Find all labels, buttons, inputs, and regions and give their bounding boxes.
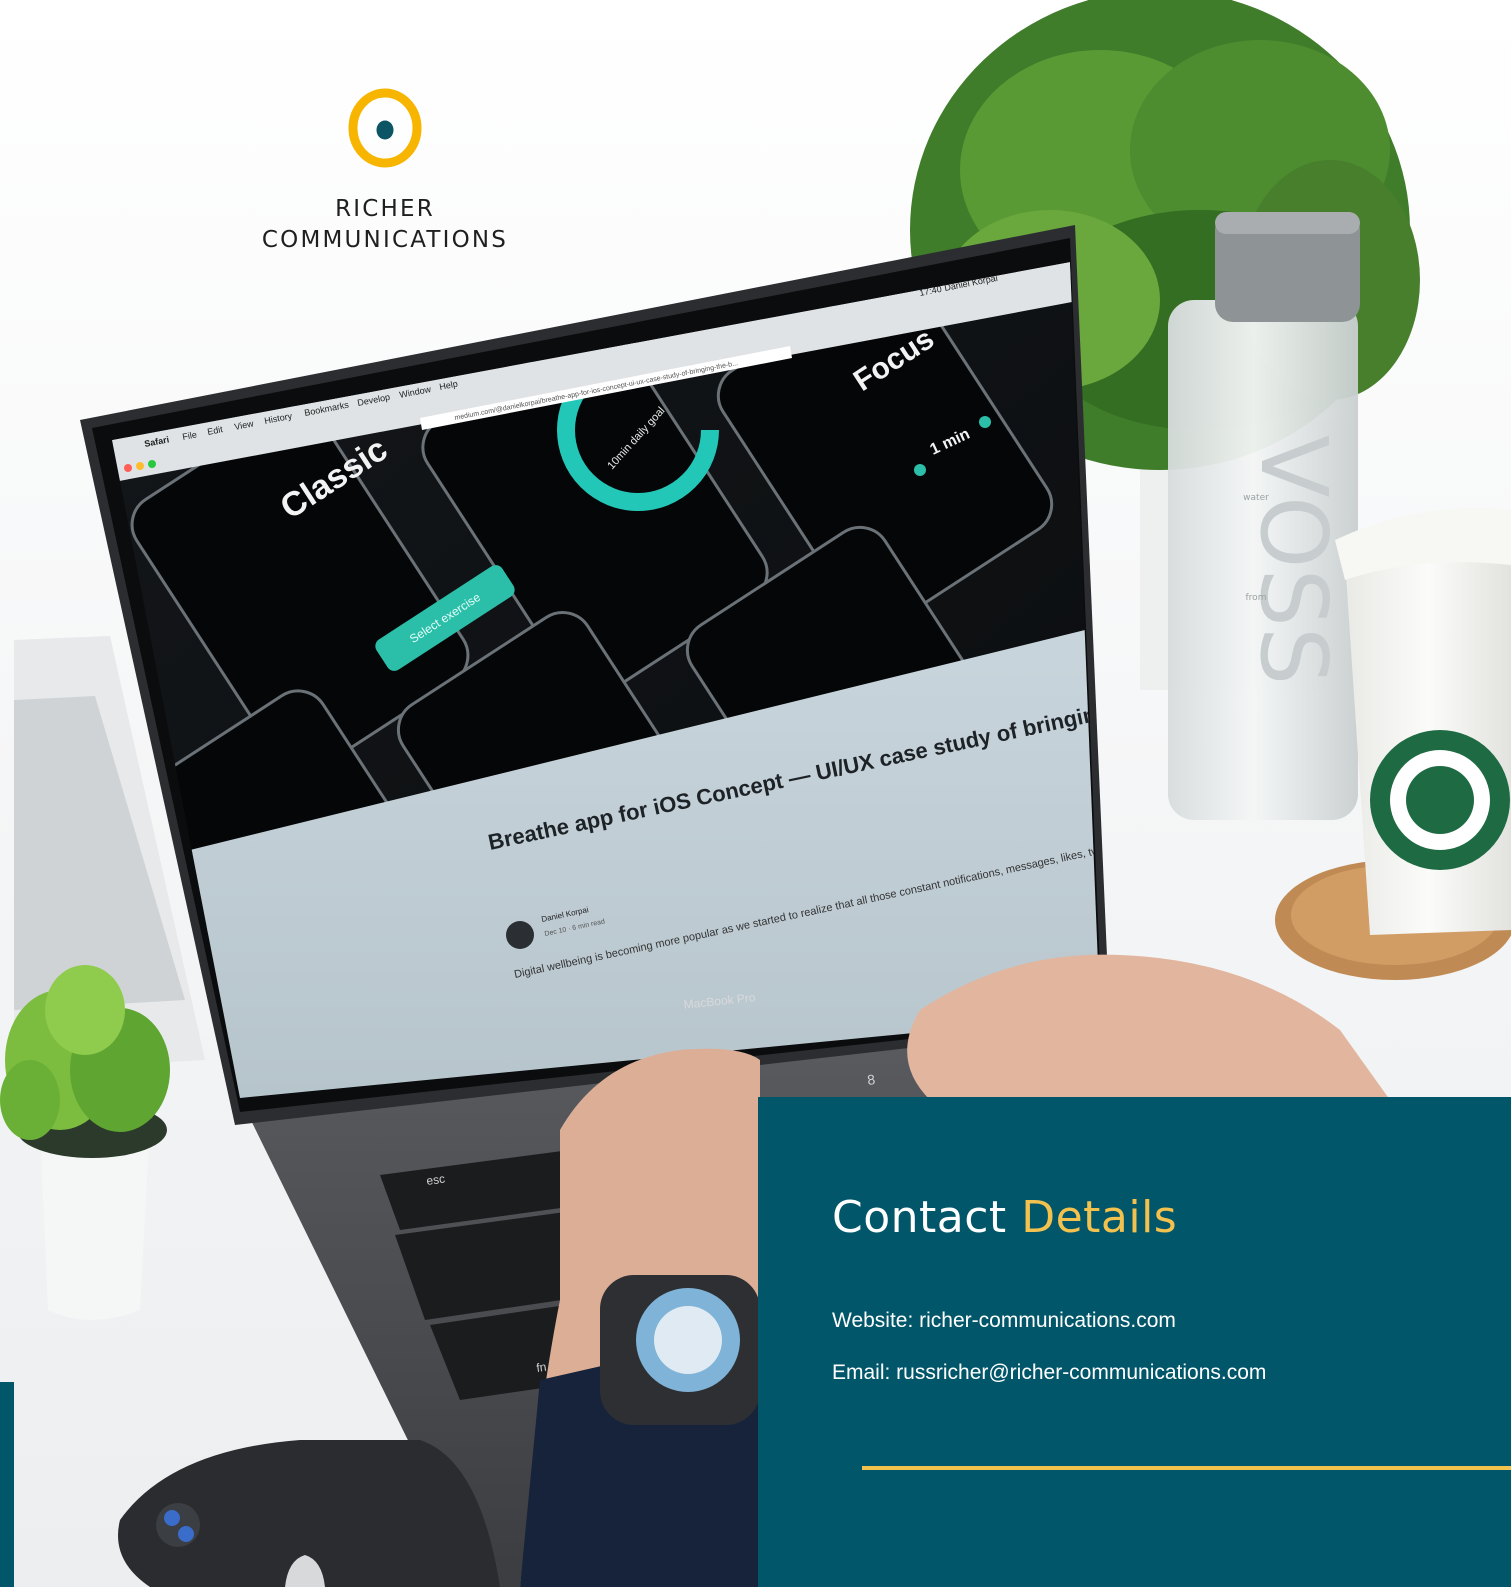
bottle-from-text: from [1246,593,1267,603]
contact-website: Website: richer-communications.com [832,1309,1176,1332]
contact-email: Email: russricher@richer-communications.… [832,1361,1267,1384]
iphone [118,1440,500,1587]
contact-title-accent: Details [1021,1192,1178,1243]
key-esc: esc [425,1172,445,1188]
contact-panel: Contact Details Website: richer-communic… [758,1097,1511,1587]
succulent [0,965,170,1320]
water-bottle: VOSS water from [1168,212,1360,820]
logo-ring-icon [348,88,422,168]
accent-strip [0,1382,14,1587]
brand-name: RICHER COMMUNICATIONS [250,194,520,256]
smart-watch [600,1275,760,1425]
bottle-water-text: water [1243,493,1269,503]
brand-name-line2: COMMUNICATIONS [261,227,509,253]
divider-line [862,1466,1511,1470]
key-fn: fn [535,1360,547,1375]
brand-name-line1: RICHER [335,196,435,222]
document-page: VOSS water from esc fn 8 Select exercise… [0,0,1511,1587]
contact-title-main: Contact [832,1192,1007,1243]
author-avatar [506,921,534,949]
brand-logo: RICHER COMMUNICATIONS [250,88,520,256]
contact-title: Contact Details [832,1192,1177,1243]
bottle-brand-text: VOSS [1240,435,1347,686]
